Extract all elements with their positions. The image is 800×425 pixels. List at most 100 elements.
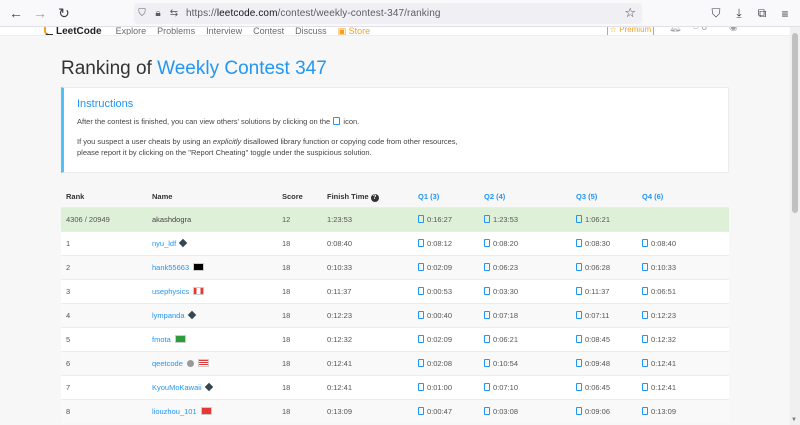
scroll-down-arrow-icon[interactable]: ▼ xyxy=(791,417,797,423)
view-solution-icon[interactable] xyxy=(576,214,582,223)
header-q2[interactable]: Q2 (4) xyxy=(479,187,571,207)
user-link[interactable]: qeetcode xyxy=(152,359,183,368)
user-link[interactable]: usephysics xyxy=(152,287,189,296)
table-row: 7 KyouMoKawaii 18 0:12:41 0:01:00 0:07:10 0:06… xyxy=(61,374,729,399)
q1-cell: 0:02:08 xyxy=(413,350,479,375)
reload-icon[interactable]: ↻ xyxy=(53,2,75,24)
region-badge-icon xyxy=(187,310,196,319)
shield-icon[interactable]: ⛉ xyxy=(134,6,150,22)
view-solution-icon[interactable] xyxy=(484,286,490,295)
user-link[interactable]: liouzhou_101 xyxy=(152,407,197,416)
view-solution-icon[interactable] xyxy=(642,286,648,295)
q4-cell: 0:12:32 xyxy=(637,326,729,351)
contest-link[interactable]: Weekly Contest 347 xyxy=(157,58,327,79)
view-solution-icon[interactable] xyxy=(576,310,582,319)
bookmark-star-icon[interactable]: ☆ xyxy=(624,5,636,21)
view-solution-icon[interactable] xyxy=(484,214,490,223)
lock-icon[interactable]: 🔒︎ xyxy=(150,6,166,22)
menu-icon[interactable]: ≡ xyxy=(774,3,796,24)
scrollbar-thumb[interactable] xyxy=(792,33,798,213)
view-solution-icon[interactable] xyxy=(418,310,424,319)
header-q1[interactable]: Q1 (3) xyxy=(413,187,479,207)
nav-contest[interactable]: Contest xyxy=(253,27,284,35)
view-solution-icon[interactable] xyxy=(418,238,424,247)
view-solution-icon[interactable] xyxy=(418,406,424,415)
q2-cell: 0:03:08 xyxy=(479,398,571,423)
premium-button[interactable]: ☆ Premium xyxy=(607,27,654,35)
q2-cell: 0:07:10 xyxy=(479,374,571,399)
finish-time-cell: 0:11:37 xyxy=(322,278,413,303)
user-link[interactable]: KyouMoKawaii xyxy=(152,383,202,392)
pocket-icon[interactable]: ⛉ xyxy=(705,3,727,24)
leetcode-logo[interactable]: LeetCode xyxy=(44,27,102,35)
solution-doc-icon xyxy=(333,117,341,125)
user-avatar-icon[interactable]: ◉ xyxy=(729,27,738,33)
user-link[interactable]: lympanda xyxy=(152,311,185,320)
view-solution-icon[interactable] xyxy=(642,334,648,343)
view-solution-icon[interactable] xyxy=(642,358,648,367)
view-solution-icon[interactable] xyxy=(642,238,648,247)
score-cell: 18 xyxy=(277,254,322,279)
q3-cell: 1:06:21 xyxy=(571,206,637,231)
points-icon[interactable]: ⍥ 0 xyxy=(693,27,718,33)
view-solution-icon[interactable] xyxy=(576,406,582,415)
user-link[interactable]: fmota xyxy=(152,335,171,344)
view-solution-icon[interactable] xyxy=(418,214,424,223)
q4-cell: 0:08:40 xyxy=(637,230,729,255)
view-solution-icon[interactable] xyxy=(576,382,582,391)
back-arrow-icon[interactable]: ← xyxy=(5,2,27,24)
address-bar[interactable]: ⛉ 🔒︎ ⇆ https://leetcode.com/contest/week… xyxy=(134,3,642,24)
url-text[interactable]: https://leetcode.com/contest/weekly-cont… xyxy=(186,8,441,19)
extensions-icon[interactable]: ⧉ xyxy=(751,3,773,24)
view-solution-icon[interactable] xyxy=(642,262,648,271)
view-solution-icon[interactable] xyxy=(418,262,424,271)
view-solution-icon[interactable] xyxy=(576,286,582,295)
nav-interview[interactable]: Interview xyxy=(206,27,242,35)
view-solution-icon[interactable] xyxy=(576,262,582,271)
forward-arrow-icon[interactable]: → xyxy=(29,2,51,24)
permissions-icon[interactable]: ⇆ xyxy=(166,6,182,22)
nav-problems[interactable]: Problems xyxy=(157,27,195,35)
view-solution-icon[interactable] xyxy=(642,406,648,415)
download-icon[interactable]: ⤓ xyxy=(728,3,750,24)
rank-cell: 2 xyxy=(61,254,147,279)
view-solution-icon[interactable] xyxy=(576,334,582,343)
view-solution-icon[interactable] xyxy=(642,382,648,391)
header-q4[interactable]: Q4 (6) xyxy=(637,187,729,207)
view-solution-icon[interactable] xyxy=(418,358,424,367)
user-link[interactable]: nyu_ldf xyxy=(152,239,176,248)
view-solution-icon[interactable] xyxy=(642,310,648,319)
view-solution-icon[interactable] xyxy=(484,334,490,343)
q3-cell: 0:08:30 xyxy=(571,230,637,255)
q1-cell: 0:02:09 xyxy=(413,326,479,351)
notification-bell-icon[interactable]: 🔔︎ xyxy=(669,27,682,33)
nav-explore[interactable]: Explore xyxy=(116,27,147,35)
view-solution-icon[interactable] xyxy=(576,358,582,367)
q1-cell: 0:00:40 xyxy=(413,302,479,327)
score-cell: 18 xyxy=(277,398,322,423)
view-solution-icon[interactable] xyxy=(576,238,582,247)
view-solution-icon[interactable] xyxy=(484,406,490,415)
view-solution-icon[interactable] xyxy=(484,262,490,271)
nav-store[interactable]: ▣ Store xyxy=(338,27,371,35)
help-icon[interactable]: ? xyxy=(370,193,379,202)
finish-time-cell: 0:12:41 xyxy=(322,374,413,399)
view-solution-icon[interactable] xyxy=(484,382,490,391)
q2-cell: 0:08:20 xyxy=(479,230,571,255)
finish-time-cell: 0:12:41 xyxy=(322,350,413,375)
user-link[interactable]: hank55663 xyxy=(152,263,189,272)
nav-discuss[interactable]: Discuss xyxy=(295,27,327,35)
view-solution-icon[interactable] xyxy=(418,286,424,295)
header-rank: Rank xyxy=(61,187,147,207)
view-solution-icon[interactable] xyxy=(484,358,490,367)
user-link[interactable]: akashdogra xyxy=(152,215,191,224)
view-solution-icon[interactable] xyxy=(484,238,490,247)
page-scrollbar[interactable]: ▼ xyxy=(790,27,800,425)
view-solution-icon[interactable] xyxy=(418,382,424,391)
view-solution-icon[interactable] xyxy=(484,310,490,319)
score-cell: 18 xyxy=(277,302,322,327)
view-solution-icon[interactable] xyxy=(418,334,424,343)
rank-cell: 1 xyxy=(61,230,147,255)
header-q3[interactable]: Q3 (5) xyxy=(571,187,637,207)
q1-cell: 0:02:09 xyxy=(413,254,479,279)
